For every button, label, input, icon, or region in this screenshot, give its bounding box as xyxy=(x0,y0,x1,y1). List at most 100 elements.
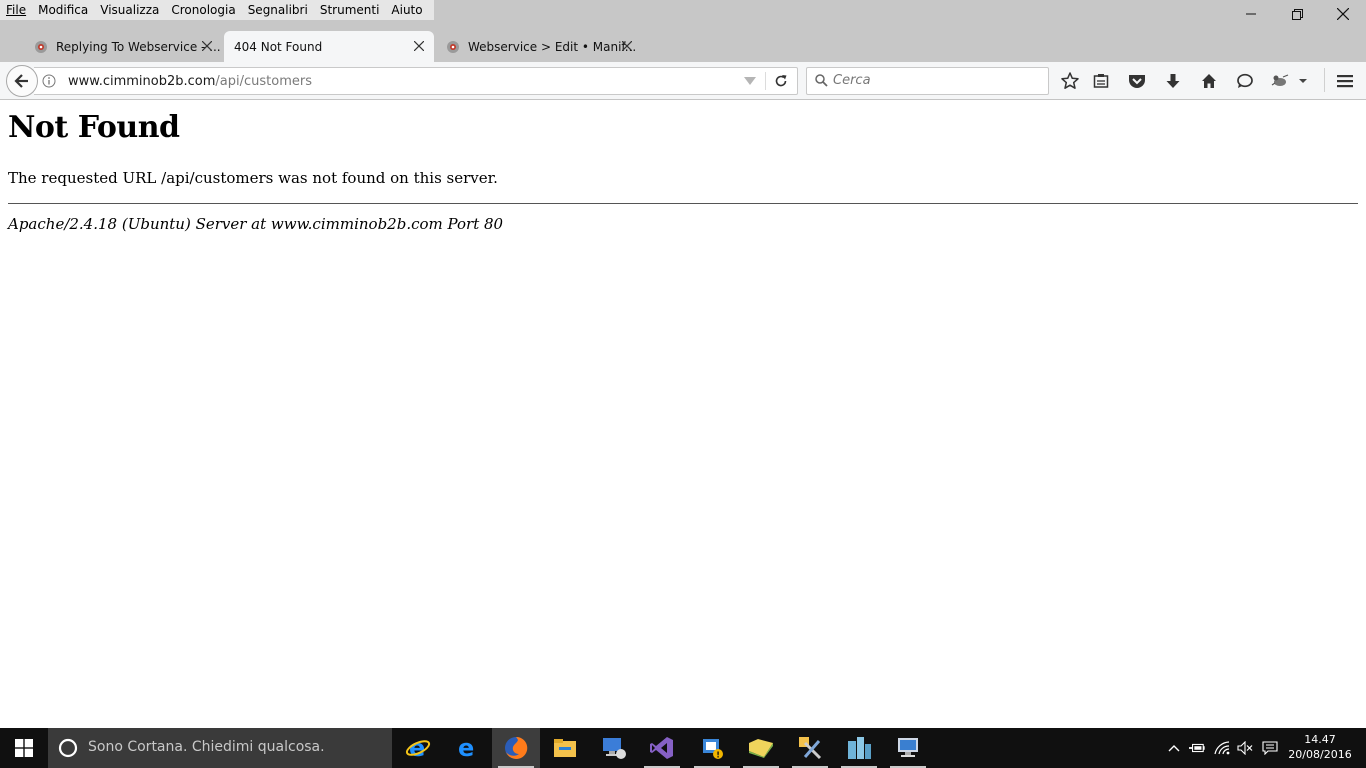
volume-muted-icon xyxy=(1237,741,1253,755)
dropdown-arrow-icon[interactable] xyxy=(744,76,756,86)
cortana-search-box[interactable]: Sono Cortana. Chiedimi qualcosa. xyxy=(48,728,392,768)
taskbar-app-notice[interactable]: ! xyxy=(688,728,736,768)
taskbar-buildings[interactable] xyxy=(835,728,883,768)
taskbar-visual-studio[interactable] xyxy=(638,728,686,768)
tab-close-button[interactable] xyxy=(412,39,426,53)
computer-icon xyxy=(898,738,918,757)
tab-close-button[interactable] xyxy=(620,39,634,53)
wifi-icon xyxy=(1214,741,1230,755)
close-icon xyxy=(414,41,424,51)
menu-aiuto[interactable]: Aiuto xyxy=(385,0,428,20)
taskbar-clock[interactable]: 14.47 20/08/2016 xyxy=(1286,732,1354,762)
back-arrow-icon xyxy=(14,74,28,88)
tray-volume-button[interactable] xyxy=(1237,740,1253,756)
divider xyxy=(8,203,1358,204)
firefox-icon xyxy=(505,736,528,759)
url-bar[interactable]: www.cimminob2b.com/api/customers xyxy=(34,67,798,95)
search-input[interactable] xyxy=(833,70,1033,90)
close-icon xyxy=(1337,8,1349,20)
chat-button[interactable] xyxy=(1235,71,1255,91)
close-icon xyxy=(202,41,212,51)
reload-icon[interactable] xyxy=(774,74,788,88)
start-button[interactable] xyxy=(0,728,48,768)
folder-yellow-icon xyxy=(749,739,773,758)
taskbar-computer[interactable] xyxy=(884,728,932,768)
overflow-menu-button[interactable] xyxy=(1297,71,1309,91)
taskbar-folder[interactable] xyxy=(737,728,785,768)
minimize-button[interactable] xyxy=(1228,0,1274,28)
tools-icon xyxy=(799,737,822,760)
joomla-favicon-icon xyxy=(35,40,47,53)
windows-logo-icon xyxy=(15,739,33,757)
svg-text:!: ! xyxy=(716,751,720,760)
cortana-icon xyxy=(58,738,78,758)
file-explorer-icon xyxy=(554,739,576,757)
tray-action-center-button[interactable] xyxy=(1262,740,1278,756)
tray-show-hidden-button[interactable] xyxy=(1166,740,1182,756)
main-menu-button[interactable] xyxy=(1335,71,1355,91)
cortana-placeholder: Sono Cortana. Chiedimi qualcosa. xyxy=(88,739,325,755)
remote-desktop-icon xyxy=(603,738,626,759)
toolbar-separator xyxy=(1324,68,1325,92)
tab-strip: Replying To Webservice - ... 404 Not Fou… xyxy=(0,31,1366,86)
menu-file[interactable]: File xyxy=(0,0,32,20)
page-title: Not Found xyxy=(8,110,180,145)
close-window-button[interactable] xyxy=(1320,0,1366,28)
menu-cronologia[interactable]: Cronologia xyxy=(165,0,241,20)
menu-visualizza[interactable]: Visualizza xyxy=(94,0,165,20)
buildings-icon xyxy=(848,737,871,759)
reading-list-button[interactable] xyxy=(1091,71,1111,91)
pocket-button[interactable] xyxy=(1127,71,1147,91)
browser-chrome: File Modifica Visualizza Cronologia Segn… xyxy=(0,0,1366,100)
addon-icon xyxy=(1271,74,1289,86)
info-icon[interactable] xyxy=(42,74,56,88)
tab-close-button[interactable] xyxy=(200,39,214,53)
svg-text:e: e xyxy=(458,735,474,761)
restore-icon xyxy=(1291,8,1303,20)
search-bar[interactable] xyxy=(806,67,1049,95)
battery-icon xyxy=(1189,743,1205,753)
url-text[interactable]: www.cimminob2b.com/api/customers xyxy=(68,74,312,89)
home-icon xyxy=(1202,74,1216,88)
tray-battery-button[interactable] xyxy=(1189,740,1205,756)
taskbar-internet-explorer[interactable]: e xyxy=(394,728,442,768)
back-button[interactable] xyxy=(6,65,38,97)
windows-taskbar: Sono Cortana. Chiedimi qualcosa. e e ! 1… xyxy=(0,728,1366,768)
taskbar-remote-desktop[interactable] xyxy=(590,728,638,768)
taskbar-file-explorer[interactable] xyxy=(541,728,589,768)
home-button[interactable] xyxy=(1199,71,1219,91)
restore-button[interactable] xyxy=(1274,0,1320,28)
taskbar-firefox[interactable] xyxy=(492,728,540,768)
navigation-toolbar: www.cimminob2b.com/api/customers xyxy=(0,62,1366,100)
bookmark-star-icon xyxy=(1061,72,1079,89)
addon-button[interactable] xyxy=(1270,71,1290,91)
menu-strumenti[interactable]: Strumenti xyxy=(314,0,386,20)
menubar: File Modifica Visualizza Cronologia Segn… xyxy=(0,0,434,20)
menu-segnalibri[interactable]: Segnalibri xyxy=(242,0,314,20)
bookmark-star-button[interactable] xyxy=(1060,71,1080,91)
tab-webservice-edit[interactable]: Webservice > Edit • Manif... xyxy=(436,31,642,62)
chevron-up-icon xyxy=(1168,745,1180,752)
chat-icon xyxy=(1237,73,1253,88)
download-icon xyxy=(1166,74,1180,88)
taskbar-edge[interactable]: e xyxy=(443,728,491,768)
tray-wifi-button[interactable] xyxy=(1214,740,1230,756)
clock-time: 14.47 xyxy=(1304,733,1336,746)
download-button[interactable] xyxy=(1163,71,1183,91)
hamburger-menu-icon xyxy=(1337,75,1353,88)
taskbar-tools[interactable] xyxy=(786,728,834,768)
internet-explorer-icon: e xyxy=(405,735,431,761)
chevron-down-icon xyxy=(1299,79,1307,83)
app-notice-icon: ! xyxy=(703,739,723,760)
url-host: www.cimminob2b.com xyxy=(68,74,216,89)
tab-404-not-found[interactable]: 404 Not Found xyxy=(224,31,434,62)
server-signature: Apache/2.4.18 (Ubuntu) Server at www.cim… xyxy=(8,215,504,233)
search-icon xyxy=(815,74,828,87)
reading-list-icon xyxy=(1093,74,1109,88)
close-icon xyxy=(622,41,632,51)
url-path: /api/customers xyxy=(215,74,312,89)
notification-icon xyxy=(1262,741,1278,755)
pocket-icon xyxy=(1129,75,1145,88)
menu-modifica[interactable]: Modifica xyxy=(32,0,94,20)
tab-replying-to-webservice[interactable]: Replying To Webservice - ... xyxy=(10,31,222,62)
